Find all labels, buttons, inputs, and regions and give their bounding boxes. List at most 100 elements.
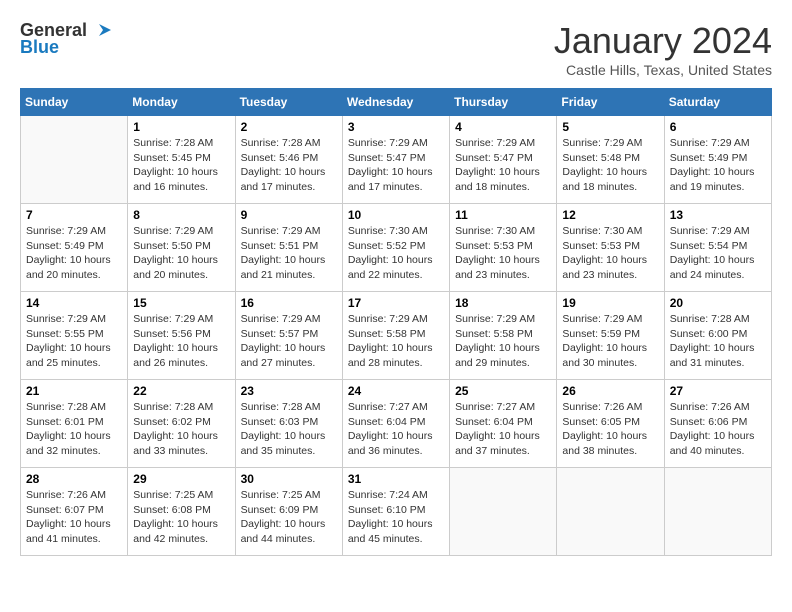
day-info: Sunrise: 7:28 AM Sunset: 6:02 PM Dayligh…: [133, 400, 229, 459]
day-info: Sunrise: 7:26 AM Sunset: 6:05 PM Dayligh…: [562, 400, 658, 459]
day-info: Sunrise: 7:28 AM Sunset: 6:03 PM Dayligh…: [241, 400, 337, 459]
calendar-cell: [664, 468, 771, 556]
week-row-4: 21 Sunrise: 7:28 AM Sunset: 6:01 PM Dayli…: [21, 380, 772, 468]
day-info: Sunrise: 7:29 AM Sunset: 5:47 PM Dayligh…: [455, 136, 551, 195]
day-number: 4: [455, 120, 551, 134]
location: Castle Hills, Texas, United States: [554, 62, 772, 78]
day-number: 30: [241, 472, 337, 486]
calendar-cell: 20 Sunrise: 7:28 AM Sunset: 6:00 PM Dayli…: [664, 292, 771, 380]
day-number: 18: [455, 296, 551, 310]
title-area: January 2024 Castle Hills, Texas, United…: [554, 20, 772, 78]
calendar-cell: 13Sunrise: 7:29 AM Sunset: 5:54 PM Dayli…: [664, 204, 771, 292]
calendar-cell: 16Sunrise: 7:29 AM Sunset: 5:57 PM Dayli…: [235, 292, 342, 380]
day-info: Sunrise: 7:27 AM Sunset: 6:04 PM Dayligh…: [348, 400, 444, 459]
day-info: Sunrise: 7:29 AM Sunset: 5:59 PM Dayligh…: [562, 312, 658, 371]
day-number: 26: [562, 384, 658, 398]
weekday-header-friday: Friday: [557, 89, 664, 116]
logo-blue: Blue: [20, 37, 59, 58]
day-info: Sunrise: 7:29 AM Sunset: 5:54 PM Dayligh…: [670, 224, 766, 283]
calendar-cell: 29 Sunrise: 7:25 AM Sunset: 6:08 PM Dayli…: [128, 468, 235, 556]
day-info: Sunrise: 7:29 AM Sunset: 5:48 PM Dayligh…: [562, 136, 658, 195]
day-info: Sunrise: 7:26 AM Sunset: 6:07 PM Dayligh…: [26, 488, 122, 547]
day-number: 20: [670, 296, 766, 310]
day-number: 5: [562, 120, 658, 134]
weekday-header-wednesday: Wednesday: [342, 89, 449, 116]
calendar-cell: 31 Sunrise: 7:24 AM Sunset: 6:10 PM Dayli…: [342, 468, 449, 556]
header-row: SundayMondayTuesdayWednesdayThursdayFrid…: [21, 89, 772, 116]
calendar-cell: 25 Sunrise: 7:27 AM Sunset: 6:04 PM Dayli…: [450, 380, 557, 468]
logo: General Blue: [20, 20, 111, 58]
month-title: January 2024: [554, 20, 772, 62]
day-number: 31: [348, 472, 444, 486]
weekday-header-thursday: Thursday: [450, 89, 557, 116]
day-number: 27: [670, 384, 766, 398]
calendar-cell: [450, 468, 557, 556]
week-row-1: 1 Sunrise: 7:28 AM Sunset: 5:45 PM Daylig…: [21, 116, 772, 204]
day-info: Sunrise: 7:28 AM Sunset: 6:00 PM Dayligh…: [670, 312, 766, 371]
week-row-5: 28 Sunrise: 7:26 AM Sunset: 6:07 PM Dayli…: [21, 468, 772, 556]
calendar-cell: 19Sunrise: 7:29 AM Sunset: 5:59 PM Dayli…: [557, 292, 664, 380]
calendar-cell: 15 Sunrise: 7:29 AM Sunset: 5:56 PM Dayli…: [128, 292, 235, 380]
calendar-cell: 26 Sunrise: 7:26 AM Sunset: 6:05 PM Dayli…: [557, 380, 664, 468]
calendar-cell: 21 Sunrise: 7:28 AM Sunset: 6:01 PM Dayli…: [21, 380, 128, 468]
weekday-header-monday: Monday: [128, 89, 235, 116]
day-info: Sunrise: 7:25 AM Sunset: 6:08 PM Dayligh…: [133, 488, 229, 547]
weekday-header-sunday: Sunday: [21, 89, 128, 116]
day-number: 14: [26, 296, 122, 310]
day-info: Sunrise: 7:29 AM Sunset: 5:49 PM Dayligh…: [26, 224, 122, 283]
calendar-cell: 24 Sunrise: 7:27 AM Sunset: 6:04 PM Dayli…: [342, 380, 449, 468]
day-info: Sunrise: 7:29 AM Sunset: 5:58 PM Dayligh…: [455, 312, 551, 371]
day-number: 17: [348, 296, 444, 310]
day-number: 2: [241, 120, 337, 134]
day-number: 9: [241, 208, 337, 222]
day-info: Sunrise: 7:29 AM Sunset: 5:55 PM Dayligh…: [26, 312, 122, 371]
weekday-header-tuesday: Tuesday: [235, 89, 342, 116]
calendar-cell: 12 Sunrise: 7:30 AM Sunset: 5:53 PM Dayli…: [557, 204, 664, 292]
calendar-cell: 1 Sunrise: 7:28 AM Sunset: 5:45 PM Daylig…: [128, 116, 235, 204]
calendar-cell: 18 Sunrise: 7:29 AM Sunset: 5:58 PM Dayli…: [450, 292, 557, 380]
calendar-cell: 22Sunrise: 7:28 AM Sunset: 6:02 PM Dayli…: [128, 380, 235, 468]
calendar-cell: [21, 116, 128, 204]
page-header: General Blue January 2024 Castle Hills, …: [20, 20, 772, 78]
day-info: Sunrise: 7:28 AM Sunset: 5:45 PM Dayligh…: [133, 136, 229, 195]
day-number: 11: [455, 208, 551, 222]
day-number: 23: [241, 384, 337, 398]
day-info: Sunrise: 7:29 AM Sunset: 5:51 PM Dayligh…: [241, 224, 337, 283]
day-info: Sunrise: 7:30 AM Sunset: 5:53 PM Dayligh…: [455, 224, 551, 283]
calendar-cell: 6 Sunrise: 7:29 AM Sunset: 5:49 PM Daylig…: [664, 116, 771, 204]
calendar-cell: 2Sunrise: 7:28 AM Sunset: 5:46 PM Daylig…: [235, 116, 342, 204]
day-info: Sunrise: 7:29 AM Sunset: 5:47 PM Dayligh…: [348, 136, 444, 195]
day-number: 21: [26, 384, 122, 398]
day-info: Sunrise: 7:29 AM Sunset: 5:49 PM Dayligh…: [670, 136, 766, 195]
week-row-3: 14 Sunrise: 7:29 AM Sunset: 5:55 PM Dayli…: [21, 292, 772, 380]
calendar-cell: 27Sunrise: 7:26 AM Sunset: 6:06 PM Dayli…: [664, 380, 771, 468]
day-number: 28: [26, 472, 122, 486]
day-number: 16: [241, 296, 337, 310]
calendar-cell: 30Sunrise: 7:25 AM Sunset: 6:09 PM Dayli…: [235, 468, 342, 556]
calendar-cell: 3Sunrise: 7:29 AM Sunset: 5:47 PM Daylig…: [342, 116, 449, 204]
day-info: Sunrise: 7:29 AM Sunset: 5:56 PM Dayligh…: [133, 312, 229, 371]
calendar-table: SundayMondayTuesdayWednesdayThursdayFrid…: [20, 88, 772, 556]
calendar-cell: 23 Sunrise: 7:28 AM Sunset: 6:03 PM Dayli…: [235, 380, 342, 468]
weekday-header-saturday: Saturday: [664, 89, 771, 116]
calendar-cell: 17Sunrise: 7:29 AM Sunset: 5:58 PM Dayli…: [342, 292, 449, 380]
calendar-cell: 28 Sunrise: 7:26 AM Sunset: 6:07 PM Dayli…: [21, 468, 128, 556]
day-info: Sunrise: 7:30 AM Sunset: 5:53 PM Dayligh…: [562, 224, 658, 283]
calendar-cell: 4 Sunrise: 7:29 AM Sunset: 5:47 PM Daylig…: [450, 116, 557, 204]
calendar-cell: 9 Sunrise: 7:29 AM Sunset: 5:51 PM Daylig…: [235, 204, 342, 292]
day-info: Sunrise: 7:28 AM Sunset: 6:01 PM Dayligh…: [26, 400, 122, 459]
day-number: 6: [670, 120, 766, 134]
day-number: 29: [133, 472, 229, 486]
calendar-cell: [557, 468, 664, 556]
day-info: Sunrise: 7:27 AM Sunset: 6:04 PM Dayligh…: [455, 400, 551, 459]
calendar-cell: 14 Sunrise: 7:29 AM Sunset: 5:55 PM Dayli…: [21, 292, 128, 380]
day-number: 25: [455, 384, 551, 398]
calendar-cell: 10Sunrise: 7:30 AM Sunset: 5:52 PM Dayli…: [342, 204, 449, 292]
day-number: 8: [133, 208, 229, 222]
day-number: 12: [562, 208, 658, 222]
day-number: 15: [133, 296, 229, 310]
day-number: 1: [133, 120, 229, 134]
day-number: 24: [348, 384, 444, 398]
day-info: Sunrise: 7:30 AM Sunset: 5:52 PM Dayligh…: [348, 224, 444, 283]
day-info: Sunrise: 7:24 AM Sunset: 6:10 PM Dayligh…: [348, 488, 444, 547]
